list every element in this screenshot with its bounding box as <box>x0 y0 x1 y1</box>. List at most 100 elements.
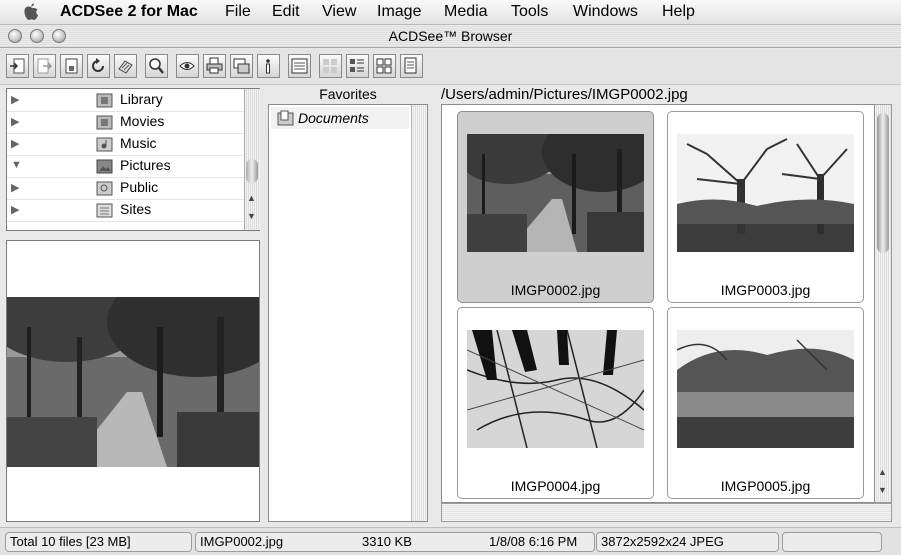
rotate-button[interactable] <box>87 54 110 78</box>
folder-tree: ▶ Library ▶ Movies ▶ Music ▼ Pictures ▶ … <box>6 88 260 231</box>
scroll-up-icon[interactable]: ▲ <box>247 193 256 203</box>
tree-item-movies[interactable]: ▶ Movies <box>7 111 244 134</box>
app-menu[interactable]: ACDSee 2 for Mac <box>60 3 198 21</box>
list-view-button[interactable] <box>373 54 396 78</box>
thumbnail-item[interactable]: IMGP0004.jpg <box>457 307 654 499</box>
library-folder-icon <box>96 93 113 108</box>
scroll-down-icon[interactable]: ▼ <box>878 485 887 495</box>
favorite-item-documents[interactable]: Documents <box>271 107 409 129</box>
favorites-header: Favorites <box>319 86 377 102</box>
slideshow-icon <box>118 60 133 74</box>
total-files-field: Total 10 files [23 MB] <box>5 532 192 552</box>
status-date: 1/8/08 6:16 PM <box>489 534 578 549</box>
thumbnail-item[interactable]: IMGP0002.jpg <box>457 111 654 303</box>
import-button[interactable] <box>6 54 29 78</box>
export-button[interactable] <box>33 54 56 78</box>
tree-item-label: Movies <box>120 113 165 129</box>
thumbnail-item[interactable]: IMGP0005.jpg <box>667 307 864 499</box>
status-bar: Total 10 files [23 MB] IMGP0002.jpg 3310… <box>0 527 901 555</box>
batch-convert-icon <box>233 58 250 74</box>
save-button[interactable] <box>60 54 83 78</box>
menu-edit[interactable]: Edit <box>272 3 300 21</box>
expand-triangle-icon[interactable]: ▶ <box>11 181 19 194</box>
scroll-up-icon[interactable]: ▲ <box>878 467 887 477</box>
list-view-icon <box>376 58 392 74</box>
menu-windows[interactable]: Windows <box>573 3 638 21</box>
menu-media[interactable]: Media <box>444 3 488 21</box>
tree-item-label: Sites <box>120 201 152 217</box>
current-path: /Users/admin/Pictures/IMGP0002.jpg <box>441 86 688 103</box>
thumbnail-caption: IMGP0004.jpg <box>510 478 601 494</box>
apple-icon[interactable] <box>20 1 42 23</box>
grid-horizontal-scrollbar[interactable] <box>441 503 892 522</box>
favorites-pane: Documents <box>268 104 428 522</box>
zoom-icon <box>149 58 164 74</box>
tree-item-music[interactable]: ▶ Music <box>7 133 244 156</box>
tree-item-sites[interactable]: ▶ Sites <box>7 199 244 222</box>
thumbnail-image <box>677 330 854 448</box>
thumbnails-view-button[interactable] <box>319 54 342 78</box>
movies-folder-icon <box>96 115 113 130</box>
slideshow-button[interactable] <box>114 54 137 78</box>
expand-triangle-icon[interactable]: ▶ <box>11 137 19 150</box>
thumbnail-caption: IMGP0005.jpg <box>720 478 811 494</box>
favorites-scrollbar[interactable] <box>411 105 427 521</box>
view-icon <box>179 62 195 70</box>
status-extra-field <box>782 532 882 552</box>
details-view-icon <box>350 59 364 72</box>
status-filename: IMGP0002.jpg <box>200 534 284 549</box>
status-filesize: 3310 KB <box>362 534 412 549</box>
grid-scroll-thumb[interactable] <box>877 113 889 253</box>
preview-image <box>7 297 259 467</box>
info-button[interactable] <box>257 54 280 78</box>
thumbnail-image <box>677 134 854 252</box>
file-info-field: IMGP0002.jpg 3310 KB 1/8/08 6:16 PM <box>195 532 595 552</box>
print-button[interactable] <box>203 54 226 78</box>
details-view-button[interactable] <box>346 54 369 78</box>
batch-convert-button[interactable] <box>230 54 253 78</box>
tree-item-library[interactable]: ▶ Library <box>7 89 244 112</box>
info-icon <box>266 59 270 74</box>
import-icon <box>10 58 25 74</box>
text-view-button[interactable] <box>400 54 423 78</box>
tree-item-public[interactable]: ▶ Public <box>7 177 244 200</box>
public-folder-icon <box>96 181 113 196</box>
properties-icon <box>291 58 308 74</box>
export-icon <box>37 58 53 74</box>
expand-triangle-icon[interactable]: ▶ <box>11 115 19 128</box>
window-title-bar[interactable]: ACDSee™ Browser <box>0 25 901 48</box>
zoom-button[interactable] <box>145 54 168 78</box>
save-icon <box>65 58 78 74</box>
pictures-folder-icon <box>96 159 113 174</box>
tree-item-label: Library <box>120 91 163 107</box>
menu-image[interactable]: Image <box>377 3 421 21</box>
thumbnail-grid: IMGP0002.jpg IMGP0003.jpg IMGP0004.jpg I… <box>441 104 875 503</box>
properties-button[interactable] <box>288 54 311 78</box>
favorite-item-label: Documents <box>298 110 369 126</box>
view-button[interactable] <box>176 54 199 78</box>
image-preview-pane <box>6 240 260 522</box>
tree-item-pictures[interactable]: ▼ Pictures <box>7 155 244 178</box>
tree-scroll-thumb[interactable] <box>246 159 258 183</box>
image-dimensions-field: 3872x2592x24 JPEG <box>596 532 779 552</box>
expand-triangle-icon[interactable]: ▶ <box>11 93 19 106</box>
menu-help[interactable]: Help <box>662 3 695 21</box>
thumbnail-item[interactable]: IMGP0003.jpg <box>667 111 864 303</box>
menu-file[interactable]: File <box>225 3 251 21</box>
scroll-down-icon[interactable]: ▼ <box>247 211 256 221</box>
menu-view[interactable]: View <box>322 3 356 21</box>
tree-item-label: Music <box>120 135 157 151</box>
music-folder-icon <box>96 137 113 152</box>
expand-triangle-icon[interactable]: ▶ <box>11 203 19 216</box>
menu-bar: ACDSee 2 for Mac File Edit View Image Me… <box>0 0 901 25</box>
thumbnail-image <box>467 134 644 252</box>
tree-item-label: Pictures <box>120 157 171 173</box>
menu-tools[interactable]: Tools <box>511 3 548 21</box>
thumbnails-view-icon <box>323 59 337 73</box>
grid-vertical-scrollbar[interactable]: ▲ ▼ <box>875 104 892 503</box>
rotate-icon <box>92 58 104 72</box>
tree-scrollbar[interactable]: ▲ ▼ <box>244 89 260 230</box>
thumbnail-caption: IMGP0002.jpg <box>510 282 601 298</box>
thumbnail-image <box>467 330 644 448</box>
collapse-triangle-icon[interactable]: ▼ <box>11 159 22 171</box>
